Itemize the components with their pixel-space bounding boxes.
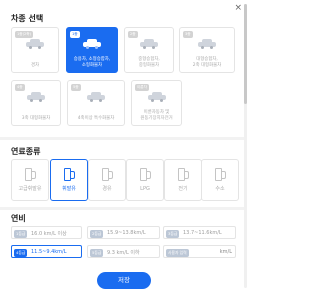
fuel-pump-icon — [140, 168, 151, 182]
motorcycle-icon — [147, 92, 166, 102]
custom-input-badge: 사용자 입력 — [166, 248, 189, 257]
fuel-label: 경유 — [102, 186, 112, 192]
charger-icon — [178, 168, 189, 182]
fuel-label: 휘발유 — [62, 186, 76, 192]
scrollbar[interactable] — [244, 4, 247, 288]
save-button[interactable]: 저장 — [97, 272, 151, 289]
vehicle-type-compact[interactable]: 1종(2축) 경차 — [11, 27, 59, 73]
vehicle-class-badge: 4종 — [15, 84, 25, 91]
fuel-label: 전기 — [178, 186, 188, 192]
vehicle-type-3axle[interactable]: 4종 3축 대형화물차 — [11, 80, 61, 126]
vehicle-type-label: 이륜자동차 및 원동기장치자전거 — [140, 110, 173, 121]
vehicle-type-motorcycle[interactable]: 이륜차 이륜자동차 및 원동기장치자전거 — [131, 80, 182, 126]
section-divider — [0, 207, 244, 210]
grade-badge: 1등급 — [14, 229, 28, 238]
vehicle-type-label: 3축 대형화물차 — [21, 115, 51, 121]
efficiency-unit: km/L — [219, 249, 232, 255]
fuel-label: 수소 — [215, 186, 225, 192]
vehicle-class-badge: 1종(2축) — [15, 31, 33, 38]
efficiency-range: 9.3 km/L 이하 — [107, 250, 140, 256]
fuel-pump-icon — [215, 168, 226, 182]
efficiency-grade-3[interactable]: 3등급 13.7~11.6km/L — [163, 226, 236, 239]
vehicle-type-passenger[interactable]: 1종 승용차, 소형승합차, 소형화물차 — [66, 27, 118, 73]
fuel-type-title: 연료종류 — [11, 147, 41, 156]
section-divider — [0, 137, 244, 140]
fuel-premium-gasoline[interactable]: 고급휘발유 — [11, 159, 49, 201]
efficiency-range: 11.5~9.4km/L — [31, 249, 67, 255]
fuel-label: LPG — [140, 186, 150, 192]
efficiency-range: 13.7~11.6km/L — [183, 230, 222, 236]
custom-efficiency-input[interactable]: 사용자 입력 km/L — [163, 245, 236, 258]
fuel-hydrogen[interactable]: 수소 — [201, 159, 239, 201]
scrollbar-thumb[interactable] — [244, 4, 247, 104]
truck-icon — [27, 92, 45, 102]
efficiency-grade-2[interactable]: 2등급 15.9~13.8km/L — [87, 226, 160, 239]
fuel-label: 고급휘발유 — [18, 186, 42, 192]
truck-icon — [198, 39, 216, 49]
vehicle-type-large[interactable]: 3종 대형승합차, 2축 대형화물차 — [179, 27, 235, 73]
fuel-gasoline[interactable]: 휘발유 — [50, 159, 88, 201]
vehicle-type-4axle[interactable]: 5종 4축이상 특수화물차 — [67, 80, 125, 126]
vehicle-class-badge: 5종 — [71, 84, 81, 91]
grade-badge: 4등급 — [14, 248, 28, 257]
grade-badge: 2등급 — [90, 229, 104, 238]
vehicle-type-midsize[interactable]: 2종 중형승합차, 중형화물차 — [124, 27, 174, 73]
vehicle-type-label: 중형승합차, 중형화물차 — [138, 57, 160, 68]
car-icon — [26, 39, 44, 49]
vehicle-type-label: 승용차, 소형승합차, 소형화물차 — [73, 57, 111, 68]
fuel-diesel[interactable]: 경유 — [88, 159, 126, 201]
grade-badge: 3등급 — [166, 229, 180, 238]
grade-badge: 5등급 — [90, 248, 104, 257]
vehicle-class-badge: 1종 — [70, 31, 80, 38]
van-icon — [140, 39, 158, 49]
fuel-pump-icon — [102, 168, 113, 182]
fuel-pump-icon — [25, 168, 36, 182]
vehicle-class-badge: 이륜차 — [135, 84, 149, 91]
vehicle-type-label: 대형승합차, 2축 대형화물차 — [192, 57, 222, 68]
fuel-electric[interactable]: 전기 — [164, 159, 202, 201]
efficiency-title: 연비 — [11, 214, 26, 223]
vehicle-type-label: 4축이상 특수화물차 — [77, 115, 115, 121]
close-icon[interactable]: × — [234, 4, 242, 13]
efficiency-grade-4[interactable]: 4등급 11.5~9.4km/L — [11, 245, 82, 258]
vehicle-type-title: 차종 선택 — [11, 14, 44, 23]
efficiency-grade-5[interactable]: 5등급 9.3 km/L 이하 — [87, 245, 160, 258]
efficiency-range: 15.9~13.8km/L — [107, 230, 146, 236]
vehicle-type-label: 경차 — [30, 62, 40, 68]
truck-icon — [87, 92, 105, 102]
efficiency-grade-1[interactable]: 1등급 16.0 km/L 이상 — [11, 226, 82, 239]
efficiency-range: 16.0 km/L 이상 — [31, 231, 67, 237]
fuel-pump-icon — [64, 168, 75, 182]
car-icon — [83, 39, 101, 49]
fuel-lpg[interactable]: LPG — [126, 159, 164, 201]
vehicle-class-badge: 2종 — [128, 31, 138, 38]
vehicle-class-badge: 3종 — [183, 31, 193, 38]
